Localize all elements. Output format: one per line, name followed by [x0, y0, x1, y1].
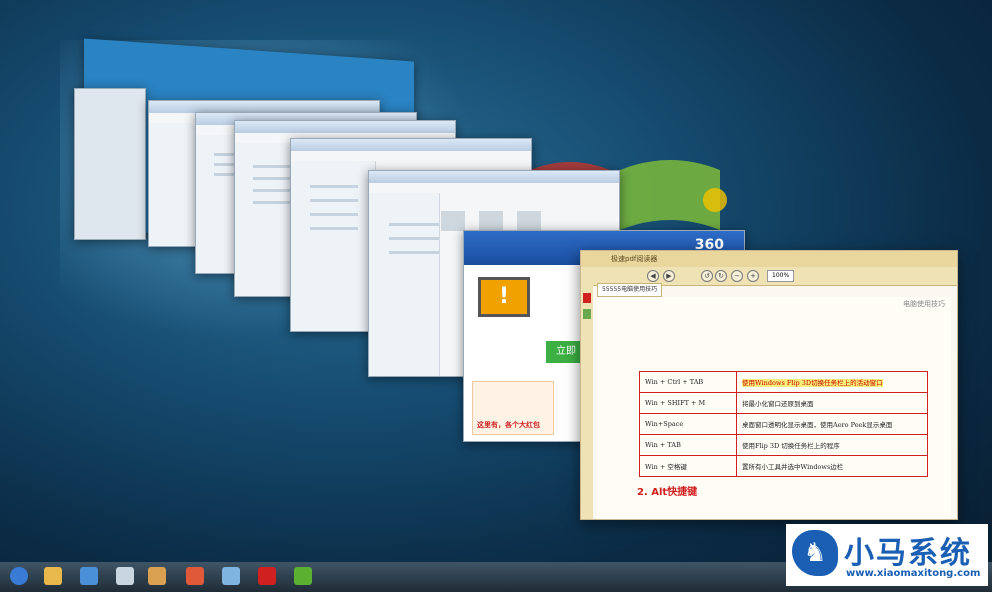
pdf-file-icon[interactable]: [583, 293, 591, 303]
brand-name: 小马系统: [844, 536, 972, 571]
pdf-reader-window[interactable]: 极速pdf阅读器 ◀ ▶ ↺ ↻ − + 100% 55555电脑使用技巧 电脑…: [580, 250, 958, 520]
shortcut-table: Win + Ctrl + TAB 使用Windows Flip 3D切换任务栏上的…: [639, 371, 928, 477]
shortcut-desc: 使用Windows Flip 3D切换任务栏上的活动窗口: [742, 379, 883, 387]
rotate-right-icon[interactable]: ↻: [715, 270, 727, 282]
promo-banner[interactable]: 这里有，各个大红包: [472, 381, 554, 435]
pdf-sidebar: [581, 285, 593, 519]
shortcut-desc: 使用Flip 3D 切换任务栏上的程序: [736, 434, 928, 456]
shortcut-key: Win+Space: [639, 413, 737, 435]
table-row: Win + TAB 使用Flip 3D 切换任务栏上的程序: [639, 434, 928, 456]
alert-monitor-icon: !: [478, 277, 530, 317]
zoom-out-icon[interactable]: −: [731, 270, 743, 282]
app-taskbar-icon[interactable]: [116, 567, 134, 585]
shortcut-key: Win + TAB: [639, 434, 737, 456]
zoom-in-icon[interactable]: +: [747, 270, 759, 282]
bookmark-icon[interactable]: [583, 309, 591, 319]
shortcut-desc: 桌面窗口透明化显示桌面，使用Aero Peek显示桌面: [736, 413, 928, 435]
window-back-pane[interactable]: [74, 88, 146, 240]
back-icon[interactable]: ◀: [647, 270, 659, 282]
brand-url: www.xiaomaxitong.com: [846, 568, 981, 579]
file-thumbnail[interactable]: [479, 211, 503, 231]
app-taskbar-icon[interactable]: [148, 567, 166, 585]
shortcut-desc: 将最小化窗口还原到桌面: [736, 392, 928, 414]
app-taskbar-icon[interactable]: [222, 567, 240, 585]
start-button-icon[interactable]: [10, 567, 28, 585]
shortcut-key: Win + Ctrl + TAB: [639, 371, 737, 393]
explorer-taskbar-icon[interactable]: [44, 567, 62, 585]
security-taskbar-icon[interactable]: [294, 567, 312, 585]
zoom-select[interactable]: 100%: [767, 270, 795, 282]
table-row: Win + SHIFT + M 将最小化窗口还原到桌面: [639, 392, 928, 414]
brand-watermark: ♞ 小马系统 www.xiaomaxitong.com: [786, 524, 988, 586]
file-thumbnail[interactable]: [441, 211, 465, 231]
shortcut-key: Win + SHIFT + M: [639, 392, 737, 414]
table-row: Win+Space 桌面窗口透明化显示桌面，使用Aero Peek显示桌面: [639, 413, 928, 435]
forward-icon[interactable]: ▶: [663, 270, 675, 282]
table-row: Win + Ctrl + TAB 使用Windows Flip 3D切换任务栏上的…: [639, 371, 928, 393]
ie-taskbar-icon[interactable]: [80, 567, 98, 585]
rotate-left-icon[interactable]: ↺: [701, 270, 713, 282]
shortcut-desc: 置所有小工具并选中Windows边栏: [736, 455, 928, 477]
pdf-taskbar-icon[interactable]: [258, 567, 276, 585]
app-taskbar-icon[interactable]: [186, 567, 204, 585]
doc-header: 电脑使用技巧: [903, 300, 945, 308]
file-thumbnail[interactable]: [517, 211, 541, 231]
table-row: Win + 空格键 置所有小工具并选中Windows边栏: [639, 455, 928, 477]
shortcut-key: Win + 空格键: [639, 455, 737, 477]
section-heading: 2. Alt快捷键: [637, 487, 698, 498]
horse-logo-icon: ♞: [792, 530, 838, 576]
promo-banner-text: 这里有，各个大红包: [477, 421, 540, 429]
pdf-title-bar: 极速pdf阅读器: [581, 251, 957, 267]
document-tab[interactable]: 55555电脑使用技巧: [597, 283, 663, 297]
